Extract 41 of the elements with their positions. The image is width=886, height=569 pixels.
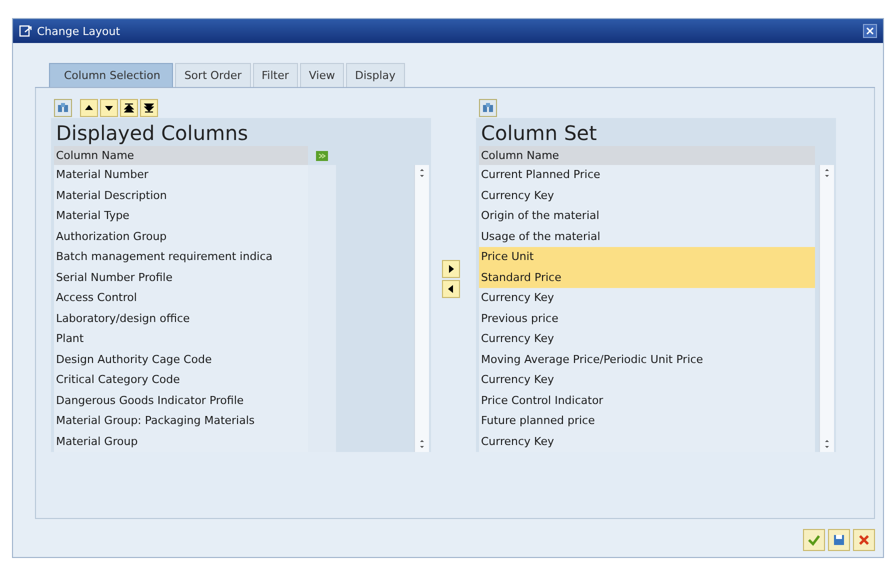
layout-icon: [19, 25, 33, 37]
column-header[interactable]: Column Name: [479, 146, 816, 165]
list-row[interactable]: Standard Price: [479, 268, 816, 288]
tab[interactable]: View: [300, 63, 344, 87]
double-up-arrow-icon: [124, 103, 134, 113]
scroll-arrows-icon[interactable]: [418, 167, 426, 179]
scroll-arrows-icon[interactable]: [418, 438, 426, 450]
scroll-arrows-icon[interactable]: [823, 438, 832, 450]
save-button[interactable]: [828, 529, 850, 551]
double-down-arrow-icon: [144, 103, 154, 113]
checkmark-icon: [807, 533, 821, 547]
move-bottom-button[interactable]: [140, 99, 158, 117]
close-icon: [866, 27, 874, 35]
list-title: Column Set: [480, 120, 598, 146]
find-icon[interactable]: [479, 99, 497, 117]
tab[interactable]: Display: [346, 63, 405, 87]
remove-column-button[interactable]: [442, 280, 460, 298]
triangle-down-icon: [104, 103, 114, 113]
triangle-up-icon: [84, 103, 94, 113]
triangle-right-icon: [446, 264, 456, 274]
triangle-left-icon: [446, 284, 456, 294]
add-column-button[interactable]: [442, 260, 460, 278]
move-up-button[interactable]: [80, 99, 98, 117]
scrollbar[interactable]: [819, 165, 834, 452]
tab[interactable]: Filter: [252, 63, 298, 87]
window-title: Change Layout: [37, 24, 120, 38]
find-icon[interactable]: [54, 99, 72, 117]
scroll-arrows-icon[interactable]: [823, 167, 832, 179]
save-icon: [832, 533, 846, 547]
column-header[interactable]: Column Name: [54, 146, 308, 165]
confirm-button[interactable]: [803, 529, 825, 551]
move-down-button[interactable]: [100, 99, 118, 117]
tab[interactable]: Column Selection: [49, 63, 174, 87]
tab[interactable]: Sort Order: [175, 63, 251, 87]
cancel-button[interactable]: [853, 529, 875, 551]
list-row[interactable]: Price Unit: [479, 247, 816, 268]
cancel-icon: [857, 533, 871, 547]
close-button[interactable]: [863, 24, 877, 38]
list-title: Displayed Columns: [55, 120, 250, 146]
move-top-button[interactable]: [120, 99, 138, 117]
scrollbar[interactable]: [414, 165, 429, 452]
